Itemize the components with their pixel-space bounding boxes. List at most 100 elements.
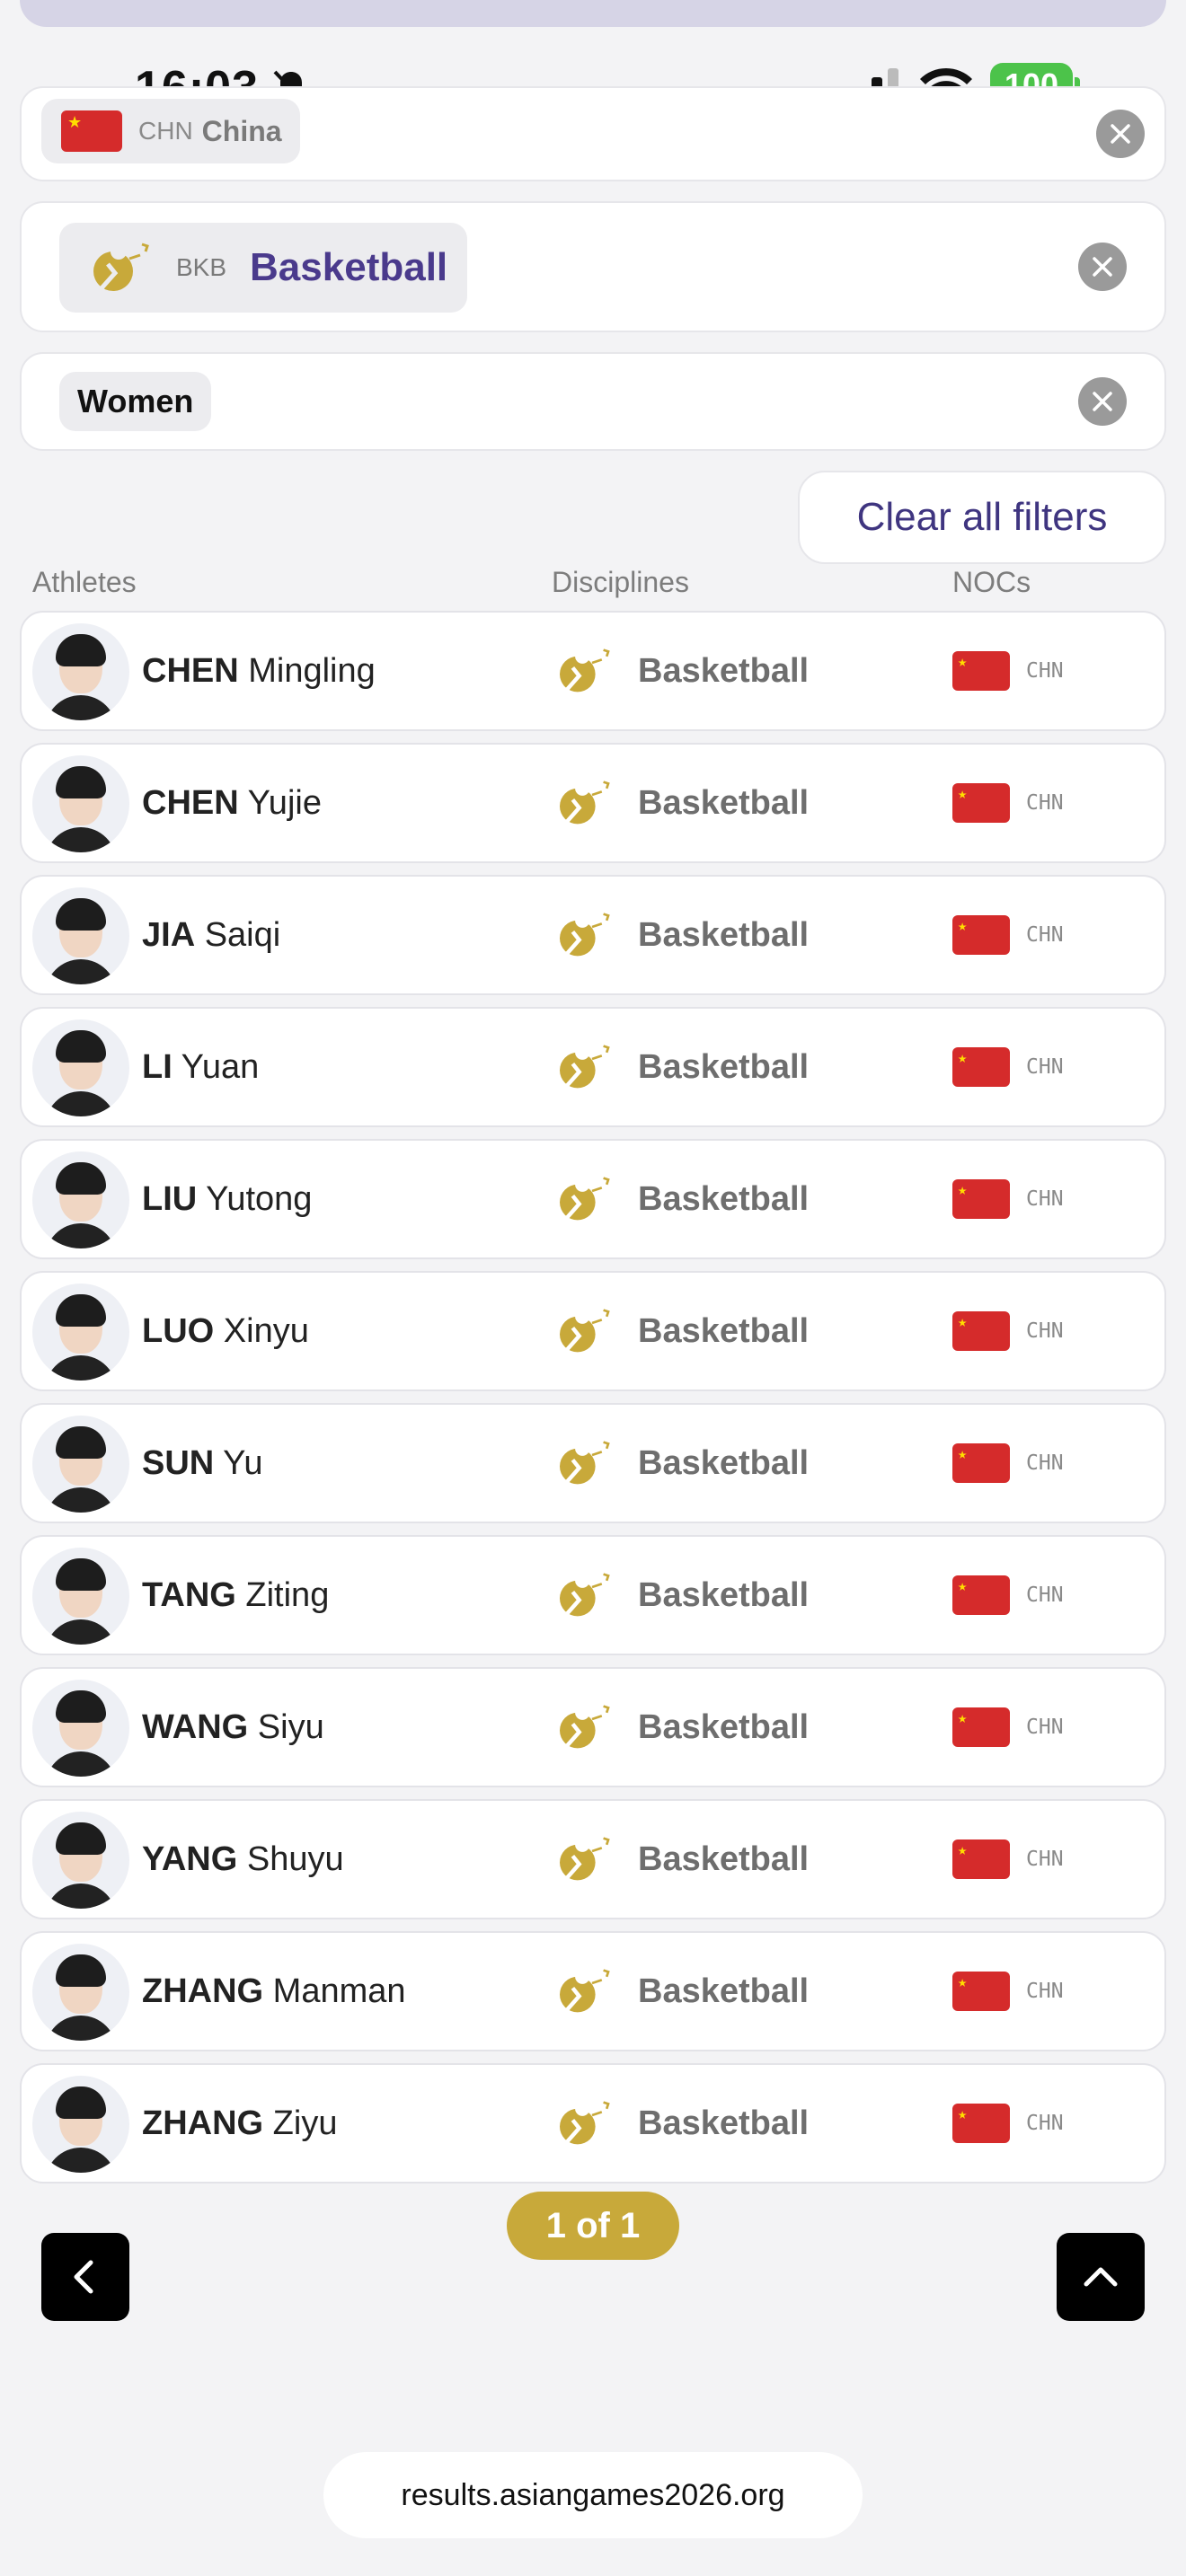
athlete-first-name: Xinyu (223, 1312, 309, 1350)
noc-code: CHN (1026, 1980, 1064, 2003)
athlete-discipline: Basketball (552, 1405, 809, 1522)
chevron-up-icon (1084, 2267, 1118, 2287)
remove-gender-filter-button[interactable] (1078, 377, 1127, 426)
noc-code: CHN (1026, 1451, 1064, 1475)
gender-filter-chip[interactable]: Women (59, 372, 212, 431)
china-flag-icon: ★ (952, 651, 1010, 691)
athlete-discipline: Basketball (552, 2065, 809, 2182)
china-flag-icon: ★ (61, 110, 122, 152)
athlete-avatar (32, 755, 129, 852)
china-flag-icon: ★ (952, 1575, 1010, 1615)
column-header-athletes[interactable]: Athletes (32, 566, 137, 599)
china-flag-icon: ★ (952, 1179, 1010, 1219)
athlete-noc: ★ CHN (952, 745, 1064, 861)
athlete-noc: ★ CHN (952, 1273, 1064, 1389)
country-filter-chip[interactable]: ★ CHN China (41, 99, 300, 163)
athlete-avatar (32, 1680, 129, 1777)
athlete-noc: ★ CHN (952, 1801, 1064, 1918)
country-code: CHN (138, 117, 193, 145)
discipline-name: Basketball (638, 915, 810, 954)
chevron-left-icon (74, 2260, 93, 2294)
discipline-name: Basketball (638, 1443, 810, 1482)
athlete-last-name: LI (142, 1048, 173, 1086)
athlete-row[interactable]: YANG Shuyu Basketball ★ CHN (20, 1799, 1166, 1919)
athlete-avatar (32, 1151, 129, 1248)
basketball-pictogram-icon (560, 1969, 610, 2013)
sport-filter-chip[interactable]: BKB Basketball (59, 223, 468, 313)
athlete-row[interactable]: CHEN Mingling Basketball ★ CHN (20, 611, 1166, 731)
athlete-discipline: Basketball (552, 1009, 809, 1125)
sport-code: BKB (176, 253, 227, 281)
china-flag-icon: ★ (952, 1047, 1010, 1087)
athlete-name: CHEN Yujie (142, 745, 322, 861)
athlete-discipline: Basketball (552, 613, 809, 729)
athlete-avatar (32, 623, 129, 720)
athlete-discipline: Basketball (552, 1669, 809, 1786)
athlete-last-name: ZHANG (142, 1972, 264, 2010)
athlete-name: LUO Xinyu (142, 1273, 309, 1389)
close-icon (1093, 257, 1112, 277)
noc-code: CHN (1026, 1716, 1064, 1739)
basketball-pictogram-icon (560, 1837, 610, 1881)
athlete-row[interactable]: SUN Yu Basketball ★ CHN (20, 1403, 1166, 1523)
athlete-last-name: CHEN (142, 784, 239, 822)
athlete-noc: ★ CHN (952, 613, 1064, 729)
athlete-row[interactable]: LI Yuan Basketball ★ CHN (20, 1007, 1166, 1127)
china-flag-icon: ★ (952, 915, 1010, 955)
athlete-discipline: Basketball (552, 1933, 809, 2050)
athlete-noc: ★ CHN (952, 1009, 1064, 1125)
remove-sport-filter-button[interactable] (1078, 243, 1127, 291)
china-flag-icon: ★ (952, 1311, 1010, 1351)
athlete-first-name: Yutong (206, 1180, 313, 1218)
remove-country-filter-button[interactable] (1096, 110, 1145, 158)
china-flag-icon: ★ (952, 1443, 1010, 1483)
athlete-last-name: LIU (142, 1180, 198, 1218)
discipline-name: Basketball (638, 1179, 810, 1218)
clear-all-filters-button[interactable]: Clear all filters (798, 471, 1166, 564)
athlete-first-name: Siyu (257, 1708, 324, 1746)
basketball-pictogram-icon (93, 243, 149, 291)
athlete-last-name: ZHANG (142, 2104, 264, 2142)
athlete-row[interactable]: ZHANG Ziyu Basketball ★ CHN (20, 2063, 1166, 2183)
athlete-first-name: Saiqi (204, 916, 281, 954)
basketball-pictogram-icon (560, 1441, 610, 1485)
athlete-row[interactable]: LIU Yutong Basketball ★ CHN (20, 1139, 1166, 1259)
athlete-first-name: Yuan (181, 1048, 260, 1086)
athlete-avatar (32, 1416, 129, 1513)
browser-url-bar[interactable]: results.asiangames2026.org (323, 2452, 863, 2538)
athlete-discipline: Basketball (552, 877, 809, 993)
athlete-row[interactable]: TANG Ziting Basketball ★ CHN (20, 1535, 1166, 1655)
column-header-nocs[interactable]: NOCs (952, 566, 1031, 599)
athlete-avatar (32, 2076, 129, 2173)
athlete-row[interactable]: LUO Xinyu Basketball ★ CHN (20, 1271, 1166, 1391)
scroll-to-top-button[interactable] (1057, 2233, 1145, 2321)
athlete-last-name: JIA (142, 916, 196, 954)
athlete-avatar (32, 1812, 129, 1909)
basketball-pictogram-icon (560, 913, 610, 957)
athlete-noc: ★ CHN (952, 2065, 1064, 2182)
noc-code: CHN (1026, 791, 1064, 815)
country-name: China (201, 114, 282, 147)
athlete-avatar (32, 1548, 129, 1645)
noc-code: CHN (1026, 1848, 1064, 1871)
column-header-disciplines[interactable]: Disciplines (552, 566, 689, 599)
athlete-noc: ★ CHN (952, 1537, 1064, 1654)
athlete-name: LIU Yutong (142, 1141, 312, 1257)
basketball-pictogram-icon (560, 1573, 610, 1617)
athlete-row[interactable]: CHEN Yujie Basketball ★ CHN (20, 743, 1166, 863)
discipline-name: Basketball (638, 1311, 810, 1350)
athlete-avatar (32, 1284, 129, 1381)
athlete-row[interactable]: WANG Siyu Basketball ★ CHN (20, 1667, 1166, 1787)
athlete-row[interactable]: ZHANG Manman Basketball ★ CHN (20, 1931, 1166, 2051)
athlete-noc: ★ CHN (952, 877, 1064, 993)
discipline-name: Basketball (638, 651, 810, 690)
athlete-name: LI Yuan (142, 1009, 259, 1125)
basketball-pictogram-icon (560, 648, 610, 693)
china-flag-icon: ★ (952, 1839, 1010, 1879)
athlete-discipline: Basketball (552, 1537, 809, 1654)
filter-gender-card: Women (20, 352, 1166, 451)
back-button[interactable] (41, 2233, 129, 2321)
gender-name: Women (77, 383, 194, 419)
athlete-row[interactable]: JIA Saiqi Basketball ★ CHN (20, 875, 1166, 995)
table-header: Athletes Disciplines NOCs (0, 562, 1186, 607)
